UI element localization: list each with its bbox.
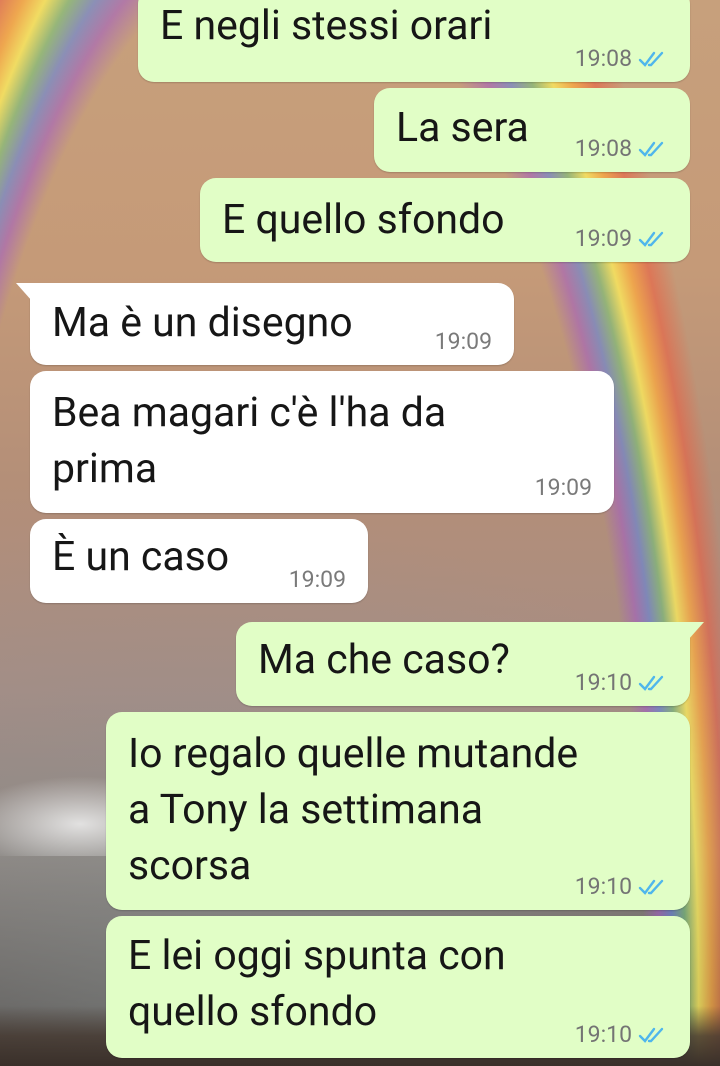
message-list[interactable]: E negli stessi orari 19:08 La sera 19:08… [0, 0, 720, 1066]
message-bubble-incoming[interactable]: Ma è un disegno 19:09 [16, 283, 514, 365]
message-text: Ma che caso? [258, 636, 510, 684]
message-text: È un caso [52, 533, 230, 581]
double-check-read-icon [638, 879, 664, 895]
double-check-read-icon [638, 141, 664, 157]
message-text: La sera [396, 104, 529, 152]
message-bubble-outgoing[interactable]: E lei oggi spunta con quello sfondo 19:1… [106, 916, 690, 1058]
message-time: 19:09 [574, 225, 632, 252]
message-time: 19:08 [574, 45, 632, 72]
double-check-read-icon [638, 1027, 664, 1043]
message-meta: 19:10 [575, 1022, 668, 1048]
message-text: Io regalo quelle mutande a Tony la setti… [128, 730, 579, 890]
message-meta: 19:10 [575, 670, 668, 696]
message-time: 19:09 [534, 474, 592, 501]
message-time: 19:10 [574, 1021, 632, 1048]
message-meta: 19:09 [535, 475, 592, 501]
message-text: E negli stessi orari [160, 2, 493, 50]
message-bubble-outgoing[interactable]: E negli stessi orari 19:08 [138, 0, 690, 82]
message-bubble-incoming[interactable]: È un caso 19:09 [30, 519, 368, 603]
message-meta: 19:09 [289, 567, 346, 593]
message-bubble-incoming[interactable]: Bea magari c'è l'ha da prima 19:09 [30, 371, 614, 513]
message-meta: 19:09 [435, 329, 492, 355]
message-time: 19:08 [574, 135, 632, 162]
message-meta: 19:10 [575, 874, 668, 900]
message-text: E lei oggi spunta con quello sfondo [128, 932, 506, 1036]
message-text: E quello sfondo [222, 196, 505, 244]
message-bubble-outgoing[interactable]: La sera 19:08 [374, 88, 690, 172]
message-bubble-outgoing[interactable]: Ma che caso? 19:10 [236, 622, 704, 706]
message-time: 19:10 [574, 873, 632, 900]
message-text: Ma è un disegno [52, 299, 353, 347]
double-check-read-icon [638, 51, 664, 67]
message-meta: 19:08 [575, 136, 668, 162]
message-time: 19:10 [574, 669, 632, 696]
message-text: Bea magari c'è l'ha da prima [52, 389, 447, 493]
message-bubble-outgoing[interactable]: E quello sfondo 19:09 [200, 178, 690, 262]
bubble-tail [688, 622, 704, 640]
double-check-read-icon [638, 675, 664, 691]
message-time: 19:09 [434, 328, 492, 355]
message-meta: 19:09 [575, 226, 668, 252]
bubble-tail [16, 283, 32, 301]
message-bubble-outgoing[interactable]: Io regalo quelle mutande a Tony la setti… [106, 712, 690, 910]
message-meta: 19:08 [575, 46, 668, 72]
double-check-read-icon [638, 231, 664, 247]
message-time: 19:09 [288, 566, 346, 593]
